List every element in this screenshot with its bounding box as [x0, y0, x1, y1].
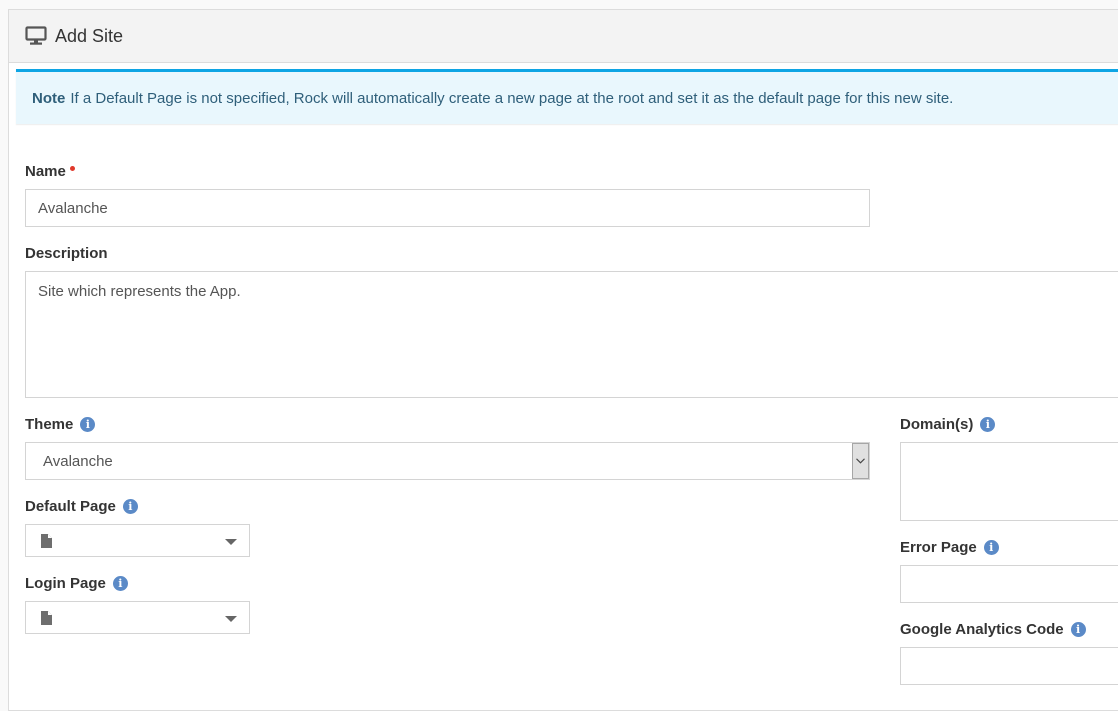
- default-page-label-text: Default Page: [25, 498, 116, 515]
- desktop-monitor-icon: [25, 26, 47, 46]
- caret-down-icon: [225, 615, 237, 622]
- error-page-label: Error Page i: [900, 539, 999, 556]
- login-page-label: Login Page i: [25, 575, 128, 592]
- panel-title: Add Site: [55, 25, 124, 46]
- caret-down-icon: [225, 538, 237, 545]
- info-icon[interactable]: i: [1070, 622, 1086, 637]
- name-label: Name: [25, 163, 75, 180]
- chevron-down-icon: [856, 458, 865, 464]
- login-page-picker[interactable]: [25, 601, 250, 634]
- name-input[interactable]: Avalanche: [25, 189, 870, 227]
- theme-selected-value: Avalanche: [43, 452, 113, 470]
- google-analytics-label: Google Analytics Code i: [900, 621, 1086, 638]
- theme-label-text: Theme: [25, 416, 74, 433]
- name-label-text: Name: [25, 163, 66, 180]
- theme-select[interactable]: Avalanche: [25, 442, 870, 480]
- info-icon[interactable]: i: [80, 417, 96, 432]
- description-textarea-value: Site which represents the App.: [38, 283, 241, 300]
- info-icon[interactable]: i: [980, 417, 996, 432]
- name-input-value: Avalanche: [38, 199, 108, 217]
- google-analytics-label-text: Google Analytics Code: [900, 621, 1064, 638]
- default-page-picker[interactable]: [25, 524, 250, 557]
- error-page-label-text: Error Page: [900, 539, 977, 556]
- google-analytics-input[interactable]: [900, 647, 1118, 685]
- panel-heading: Add Site: [9, 10, 1118, 63]
- info-icon[interactable]: i: [983, 540, 999, 555]
- theme-label: Theme i: [25, 416, 96, 433]
- file-icon: [41, 533, 52, 548]
- description-label-text: Description: [25, 245, 108, 262]
- login-page-label-text: Login Page: [25, 575, 106, 592]
- info-icon[interactable]: i: [122, 499, 138, 514]
- required-indicator-icon: [69, 166, 75, 171]
- default-page-label: Default Page i: [25, 498, 138, 515]
- note-alert: Note If a Default Page is not specified,…: [16, 69, 1118, 124]
- domains-label: Domain(s) i: [900, 416, 996, 433]
- info-icon[interactable]: i: [112, 576, 128, 591]
- alert-text: If a Default Page is not specified, Rock…: [70, 89, 954, 107]
- domains-textarea[interactable]: [900, 442, 1118, 521]
- alert-strong: Note: [32, 89, 66, 107]
- error-page-input[interactable]: [900, 565, 1118, 603]
- domains-label-text: Domain(s): [900, 416, 974, 433]
- file-icon: [41, 610, 52, 625]
- description-textarea[interactable]: Site which represents the App.: [25, 271, 1118, 398]
- select-dropdown-button[interactable]: [852, 443, 869, 479]
- description-label: Description: [25, 245, 108, 262]
